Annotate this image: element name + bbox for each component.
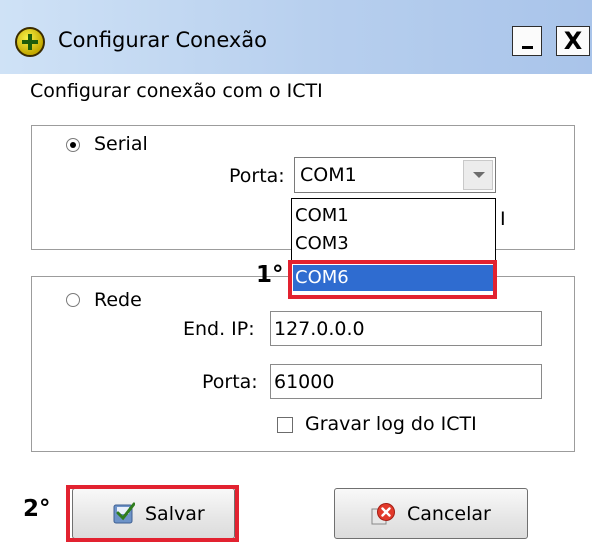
log-checkbox[interactable]	[277, 417, 293, 433]
cancel-button[interactable]: Cancelar	[334, 488, 528, 539]
dialog-instruction: Configurar conexão com o ICTI	[30, 80, 323, 102]
step1-marker: 1°	[256, 262, 284, 288]
ip-label: End. IP:	[183, 318, 255, 340]
rede-port-input[interactable]: 61000	[270, 364, 542, 399]
serial-radio[interactable]	[66, 138, 80, 152]
step2-marker: 2°	[23, 496, 51, 522]
obscured-text-fragment: I	[500, 208, 506, 230]
port-select-value: COM1	[300, 164, 357, 186]
chevron-down-icon[interactable]	[463, 160, 493, 190]
minimize-button[interactable]	[512, 26, 542, 56]
app-icon	[15, 27, 45, 57]
step2-highlight-box	[66, 485, 239, 542]
log-checkbox-label: Gravar log do ICTI	[305, 413, 477, 435]
rede-port-input-value: 61000	[274, 371, 335, 393]
rede-radio[interactable]	[66, 293, 80, 307]
ip-input-value: 127.0.0.0	[274, 318, 365, 340]
ip-input[interactable]: 127.0.0.0	[270, 311, 542, 346]
window-title: Configurar Conexão	[58, 28, 268, 52]
dropdown-option-com3[interactable]: COM3	[293, 231, 494, 257]
step1-highlight-box	[288, 260, 497, 299]
cancel-icon	[371, 503, 395, 525]
rede-port-label: Porta:	[202, 371, 258, 393]
port-select[interactable]: COM1	[294, 157, 496, 193]
rede-radio-label: Rede	[94, 289, 142, 311]
dropdown-option-com1[interactable]: COM1	[293, 203, 494, 229]
close-button[interactable]: X	[556, 26, 590, 56]
cancel-button-label: Cancelar	[407, 503, 491, 525]
port-label: Porta:	[229, 165, 285, 187]
serial-radio-label: Serial	[94, 133, 148, 155]
